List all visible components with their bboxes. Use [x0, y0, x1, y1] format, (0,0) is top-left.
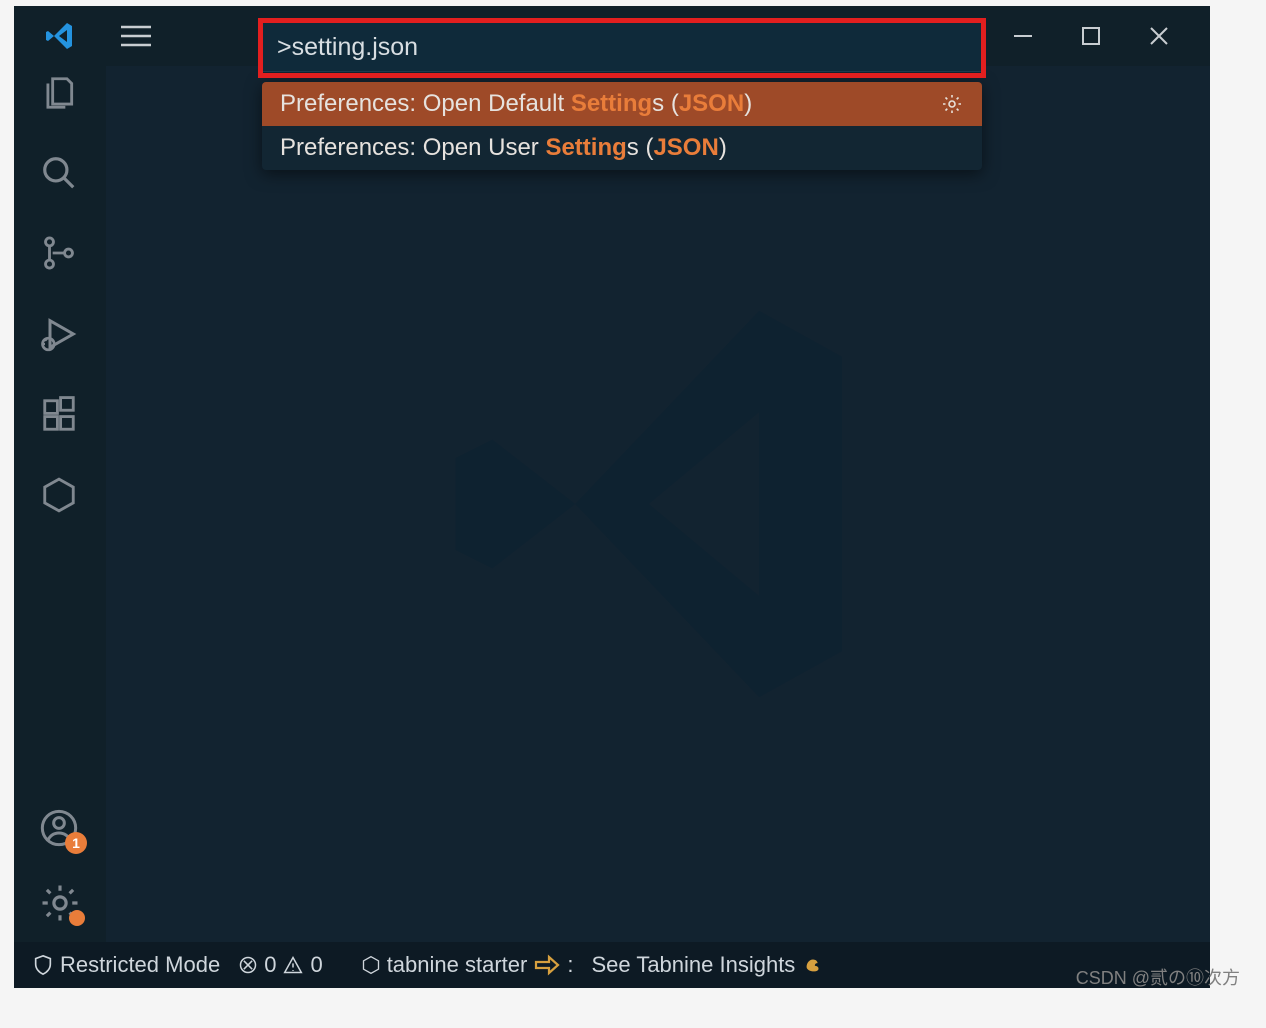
- window-controls: [1012, 25, 1210, 47]
- close-button[interactable]: [1148, 25, 1170, 47]
- tabnine-insights-button[interactable]: See Tabnine Insights: [591, 952, 825, 978]
- accounts-icon[interactable]: 1: [39, 808, 81, 848]
- vscode-watermark-icon: [428, 274, 888, 734]
- source-control-icon[interactable]: [40, 234, 80, 272]
- pointer-icon: [533, 954, 561, 976]
- extensions-icon[interactable]: [40, 396, 80, 434]
- command-palette: Preferences: Open Default Settings (JSON…: [262, 22, 982, 170]
- settings-gear-icon[interactable]: [39, 882, 81, 924]
- tabnine-label: tabnine starter: [387, 952, 528, 978]
- result-text: Preferences: Open Default Settings (JSON…: [280, 90, 752, 118]
- settings-update-dot-icon: [69, 910, 85, 926]
- vscode-window: 1 Restricted Mode 0 0: [14, 6, 1210, 988]
- activity-bar: 1: [14, 66, 106, 942]
- command-result-open-user-settings[interactable]: Preferences: Open User Settings (JSON): [262, 126, 982, 170]
- warnings-count: 0: [310, 952, 322, 978]
- restricted-mode-label: Restricted Mode: [60, 952, 220, 978]
- accounts-badge: 1: [65, 832, 87, 854]
- explorer-icon[interactable]: [40, 74, 80, 112]
- command-result-open-default-settings[interactable]: Preferences: Open Default Settings (JSON…: [262, 82, 982, 126]
- editor-area: [106, 66, 1210, 942]
- command-palette-input[interactable]: [262, 22, 982, 72]
- colon: :: [567, 952, 573, 978]
- problems-button[interactable]: 0 0: [238, 952, 323, 978]
- maximize-button[interactable]: [1080, 25, 1102, 47]
- gear-icon[interactable]: [940, 92, 964, 116]
- command-palette-results: Preferences: Open Default Settings (JSON…: [262, 82, 982, 170]
- status-bar: Restricted Mode 0 0 tabnine starter : Se…: [14, 942, 1210, 988]
- hexagon-icon[interactable]: [40, 476, 80, 514]
- result-text: Preferences: Open User Settings (JSON): [280, 134, 727, 162]
- tabnine-status[interactable]: tabnine starter :: [361, 952, 574, 978]
- muscle-icon: [801, 954, 825, 976]
- vscode-logo-icon: [14, 20, 106, 52]
- errors-count: 0: [264, 952, 276, 978]
- menu-button[interactable]: [106, 25, 166, 47]
- search-icon[interactable]: [40, 154, 80, 192]
- restricted-mode-button[interactable]: Restricted Mode: [32, 952, 220, 978]
- run-debug-icon[interactable]: [40, 314, 80, 354]
- tabnine-insights-label: See Tabnine Insights: [591, 952, 795, 978]
- minimize-button[interactable]: [1012, 25, 1034, 47]
- watermark-text: CSDN @贰の⑩次方: [1076, 964, 1240, 990]
- main-area: 1: [14, 66, 1210, 942]
